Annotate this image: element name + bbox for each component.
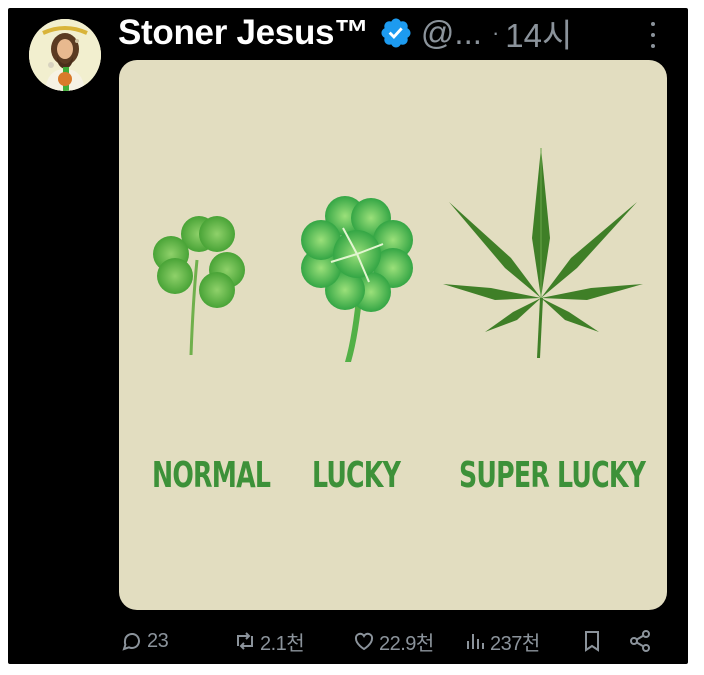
avatar[interactable] — [29, 19, 101, 91]
clover-illustration — [153, 148, 643, 362]
avatar-image — [29, 19, 101, 91]
cannabis-leaf — [443, 148, 643, 358]
share-icon — [630, 630, 650, 652]
views-icon — [467, 634, 484, 649]
like-count: 22.9천 — [379, 632, 434, 655]
heart-icon — [354, 632, 374, 651]
share-button[interactable] — [628, 624, 655, 658]
reply-icon — [122, 632, 140, 651]
reply-count: 23 — [147, 629, 169, 652]
verified-badge-icon — [379, 16, 413, 50]
bookmark-icon — [585, 631, 599, 652]
label-lucky: LUCKY — [312, 455, 401, 496]
post-time[interactable]: 14시 — [505, 9, 572, 57]
separator-dot: · — [491, 20, 500, 45]
author-name[interactable]: Stoner Jesus™ — [118, 13, 369, 53]
like-button[interactable]: 22.9천 — [352, 624, 434, 658]
four-leaf-clover — [301, 196, 413, 362]
repost-button[interactable]: 2.1천 — [233, 624, 305, 658]
views-count: 237천 — [490, 632, 540, 655]
label-super-lucky: SUPER LUCKY — [459, 455, 646, 496]
views-button[interactable]: 237천 — [463, 624, 540, 658]
repost-count: 2.1천 — [260, 632, 305, 655]
more-vertical-icon[interactable] — [643, 22, 663, 48]
post-header: Stoner Jesus™ @... · 14시 — [118, 10, 572, 56]
bookmark-button[interactable] — [580, 624, 607, 658]
post-image[interactable]: NORMAL LUCKY SUPER LUCKY — [119, 60, 667, 610]
author-handle[interactable]: @... — [421, 14, 482, 52]
repost-icon — [237, 632, 253, 650]
three-leaf-clover — [153, 216, 245, 356]
label-normal: NORMAL — [152, 455, 271, 496]
reply-button[interactable]: 23 — [120, 624, 169, 658]
action-bar: 23 2.1천 22.9천 237천 — [0, 624, 704, 658]
